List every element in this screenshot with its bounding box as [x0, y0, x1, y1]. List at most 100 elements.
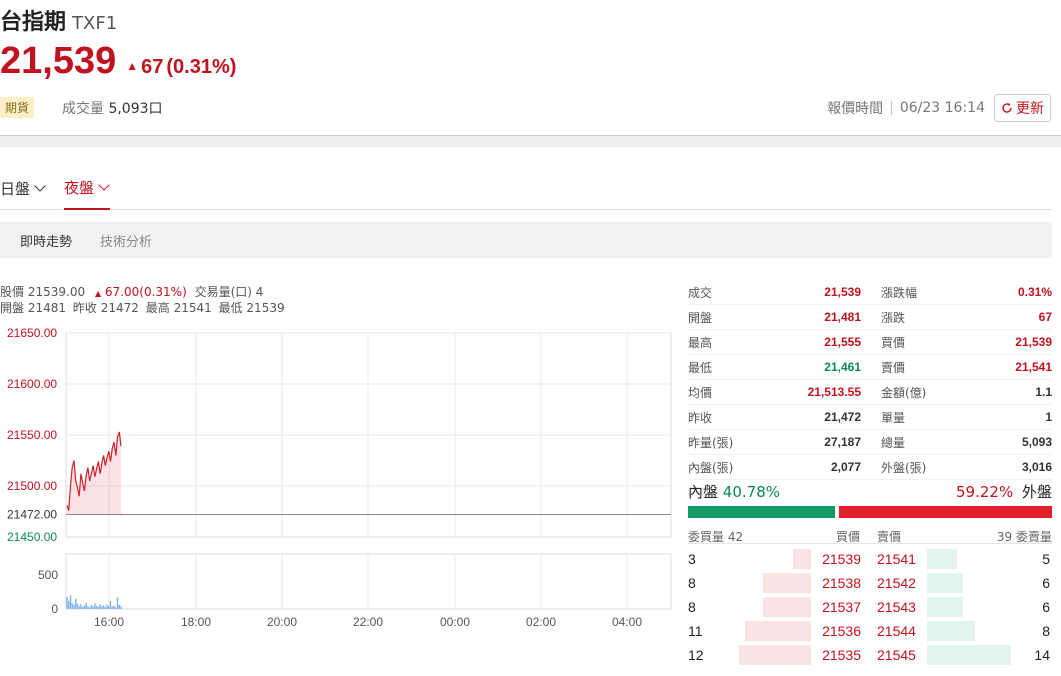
chart-info-line-2: 開盤 21481 昨收 21472 最高 21541 最低 21539 [0, 299, 285, 316]
y-tick-label: 21500.00 [7, 479, 57, 493]
tab-day-session[interactable]: 日盤 [0, 166, 46, 210]
ask-price: 21542 [877, 575, 916, 591]
y-tick-label: 21550.00 [7, 428, 57, 442]
tab-day-session-label: 日盤 [0, 179, 31, 198]
inner-label: 內盤 [688, 483, 719, 501]
ratio-bars [688, 506, 1052, 518]
quote-time: 報價時間 | 06/23 16:14 [827, 98, 985, 118]
stat-label: 買價 [881, 335, 906, 350]
bid-price: 21537 [822, 599, 861, 615]
stats-row: 均價 21,513.55 金額(億) 1.1 [688, 380, 1052, 405]
stats-row: 內盤(張) 2,077 外盤(張) 3,016 [688, 455, 1052, 480]
change-percent: (0.31%) [166, 56, 237, 78]
stat-label: 漲跌幅 [881, 285, 918, 300]
stat-label: 最高 [688, 335, 713, 350]
y-tick-label: 21450.00 [7, 530, 57, 544]
outer-ratio: 59.22% 外盤 [956, 481, 1052, 502]
stat-label: 昨收 [688, 410, 713, 425]
y-tick-label: 21600.00 [7, 377, 57, 391]
orderbook-row: 3 21539 21541 5 [688, 547, 1052, 571]
orderbook-row: 8 21538 21542 6 [688, 571, 1052, 595]
volume-value: 5,093口 [108, 101, 163, 117]
price-change: ▲ 67 (0.31%) [126, 56, 236, 79]
bid-volume-bar [739, 645, 811, 665]
y-tick-label: 21650.00 [7, 326, 57, 340]
ask-qty: 8 [1042, 623, 1050, 639]
bid-price: 21538 [822, 575, 861, 591]
ask-price: 21543 [877, 599, 916, 615]
bid-volume-bar [763, 573, 811, 593]
outer-percent: 59.22% [956, 483, 1014, 501]
futures-badge: 期貨 [0, 97, 35, 118]
instrument-code: TXF1 [72, 13, 118, 34]
refresh-icon [1002, 103, 1012, 113]
stats-row: 成交 21,539 漲跌幅 0.31% [688, 280, 1052, 305]
session-tabs: 日盤 夜盤 [0, 166, 1052, 210]
bid-price-header: 買價 [835, 530, 860, 544]
orderbook-row: 11 21536 21544 8 [688, 619, 1052, 643]
orderbook-row: 8 21537 21543 6 [688, 595, 1052, 619]
y-tick-label: 21472.00 [7, 508, 57, 522]
bid-qty: 8 [688, 575, 696, 591]
stat-label: 單量 [881, 410, 906, 425]
stat-label: 內盤(張) [688, 460, 734, 475]
x-tick-label: 18:00 [181, 615, 211, 629]
ask-volume-bar [927, 645, 1011, 665]
volume-info: 成交量 5,093口 [62, 98, 163, 118]
ask-volume-bar [927, 549, 957, 569]
stat-value: 21,481 [824, 310, 861, 324]
ask-qty: 6 [1042, 575, 1050, 591]
stats-row: 昨收 21,472 單量 1 [688, 405, 1052, 430]
price-row: 21,539 ▲ 67 (0.31%) [0, 40, 236, 83]
chart-mode-tabs: 即時走勢 技術分析 [0, 222, 1052, 258]
orderbook-row: 12 21535 21545 14 [688, 643, 1052, 667]
stat-value: 21,461 [824, 360, 861, 374]
stat-value: 27,187 [824, 435, 861, 449]
ask-qty-header: 39 委賣量 [996, 530, 1052, 544]
bid-volume-bar [793, 549, 811, 569]
ask-qty: 5 [1042, 551, 1050, 567]
intraday-chart[interactable]: 16:00 18:00 20:00 22:00 00:00 02:00 04:00 21650… [0, 318, 675, 636]
ask-qty: 6 [1042, 599, 1050, 615]
x-tick-label: 22:00 [353, 615, 383, 629]
refresh-button[interactable]: 更新 [994, 94, 1051, 122]
tab-night-session[interactable]: 夜盤 [64, 166, 111, 210]
tab-night-session-label: 夜盤 [64, 178, 95, 197]
chart-change: 67.00(0.31%) [104, 285, 187, 299]
volume-tick-label: 500 [38, 568, 58, 582]
trade-vol-value: 4 [255, 285, 264, 299]
chevron-down-icon [98, 179, 110, 191]
stats-table: 成交 21,539 漲跌幅 0.31% 開盤 21,481 漲跌 67 最高 21,555 買價 21… [688, 280, 1052, 480]
outer-bar [839, 506, 1052, 518]
stat-value: 21,541 [1015, 360, 1052, 374]
ask-qty: 14 [1034, 647, 1050, 663]
ask-price: 21544 [877, 623, 916, 639]
stat-label: 開盤 [688, 310, 713, 325]
stat-value: 21,472 [824, 410, 861, 424]
bid-qty: 12 [688, 647, 704, 663]
orderbook-header: 委買量 42 買價 賣價 39 委賣量 [688, 528, 1052, 544]
high-value: 21541 [173, 301, 212, 315]
bid-qty: 11 [688, 623, 703, 639]
stats-row: 昨量(張) 27,187 總量 5,093 [688, 430, 1052, 455]
inner-bar [688, 506, 835, 518]
stat-label: 金額(億) [881, 385, 927, 400]
x-tick-label: 02:00 [526, 615, 556, 629]
stat-value: 21,513.55 [807, 385, 861, 399]
stat-value: 21,539 [1015, 335, 1052, 349]
inner-outer-ratio: 內盤 40.78% 59.22% 外盤 [688, 481, 1052, 502]
bid-qty: 8 [688, 599, 696, 615]
ask-price: 21545 [877, 647, 916, 663]
high-label: 最高 [145, 301, 170, 315]
tab-realtime[interactable]: 即時走勢 [0, 231, 86, 250]
open-value: 21481 [27, 301, 67, 315]
stat-value: 1 [1045, 410, 1052, 424]
tab-technical[interactable]: 技術分析 [86, 231, 166, 250]
stats-row: 開盤 21,481 漲跌 67 [688, 305, 1052, 330]
bid-volume-bar [745, 621, 811, 641]
x-tick-label: 16:00 [94, 615, 124, 629]
bid-qty: 3 [688, 551, 696, 567]
chart-info-line-1: 股價 21539.00 ▲ 67.00(0.31%) 交易量(口) 4 [0, 283, 263, 300]
stat-label: 均價 [688, 385, 713, 400]
open-label: 開盤 [0, 301, 25, 315]
